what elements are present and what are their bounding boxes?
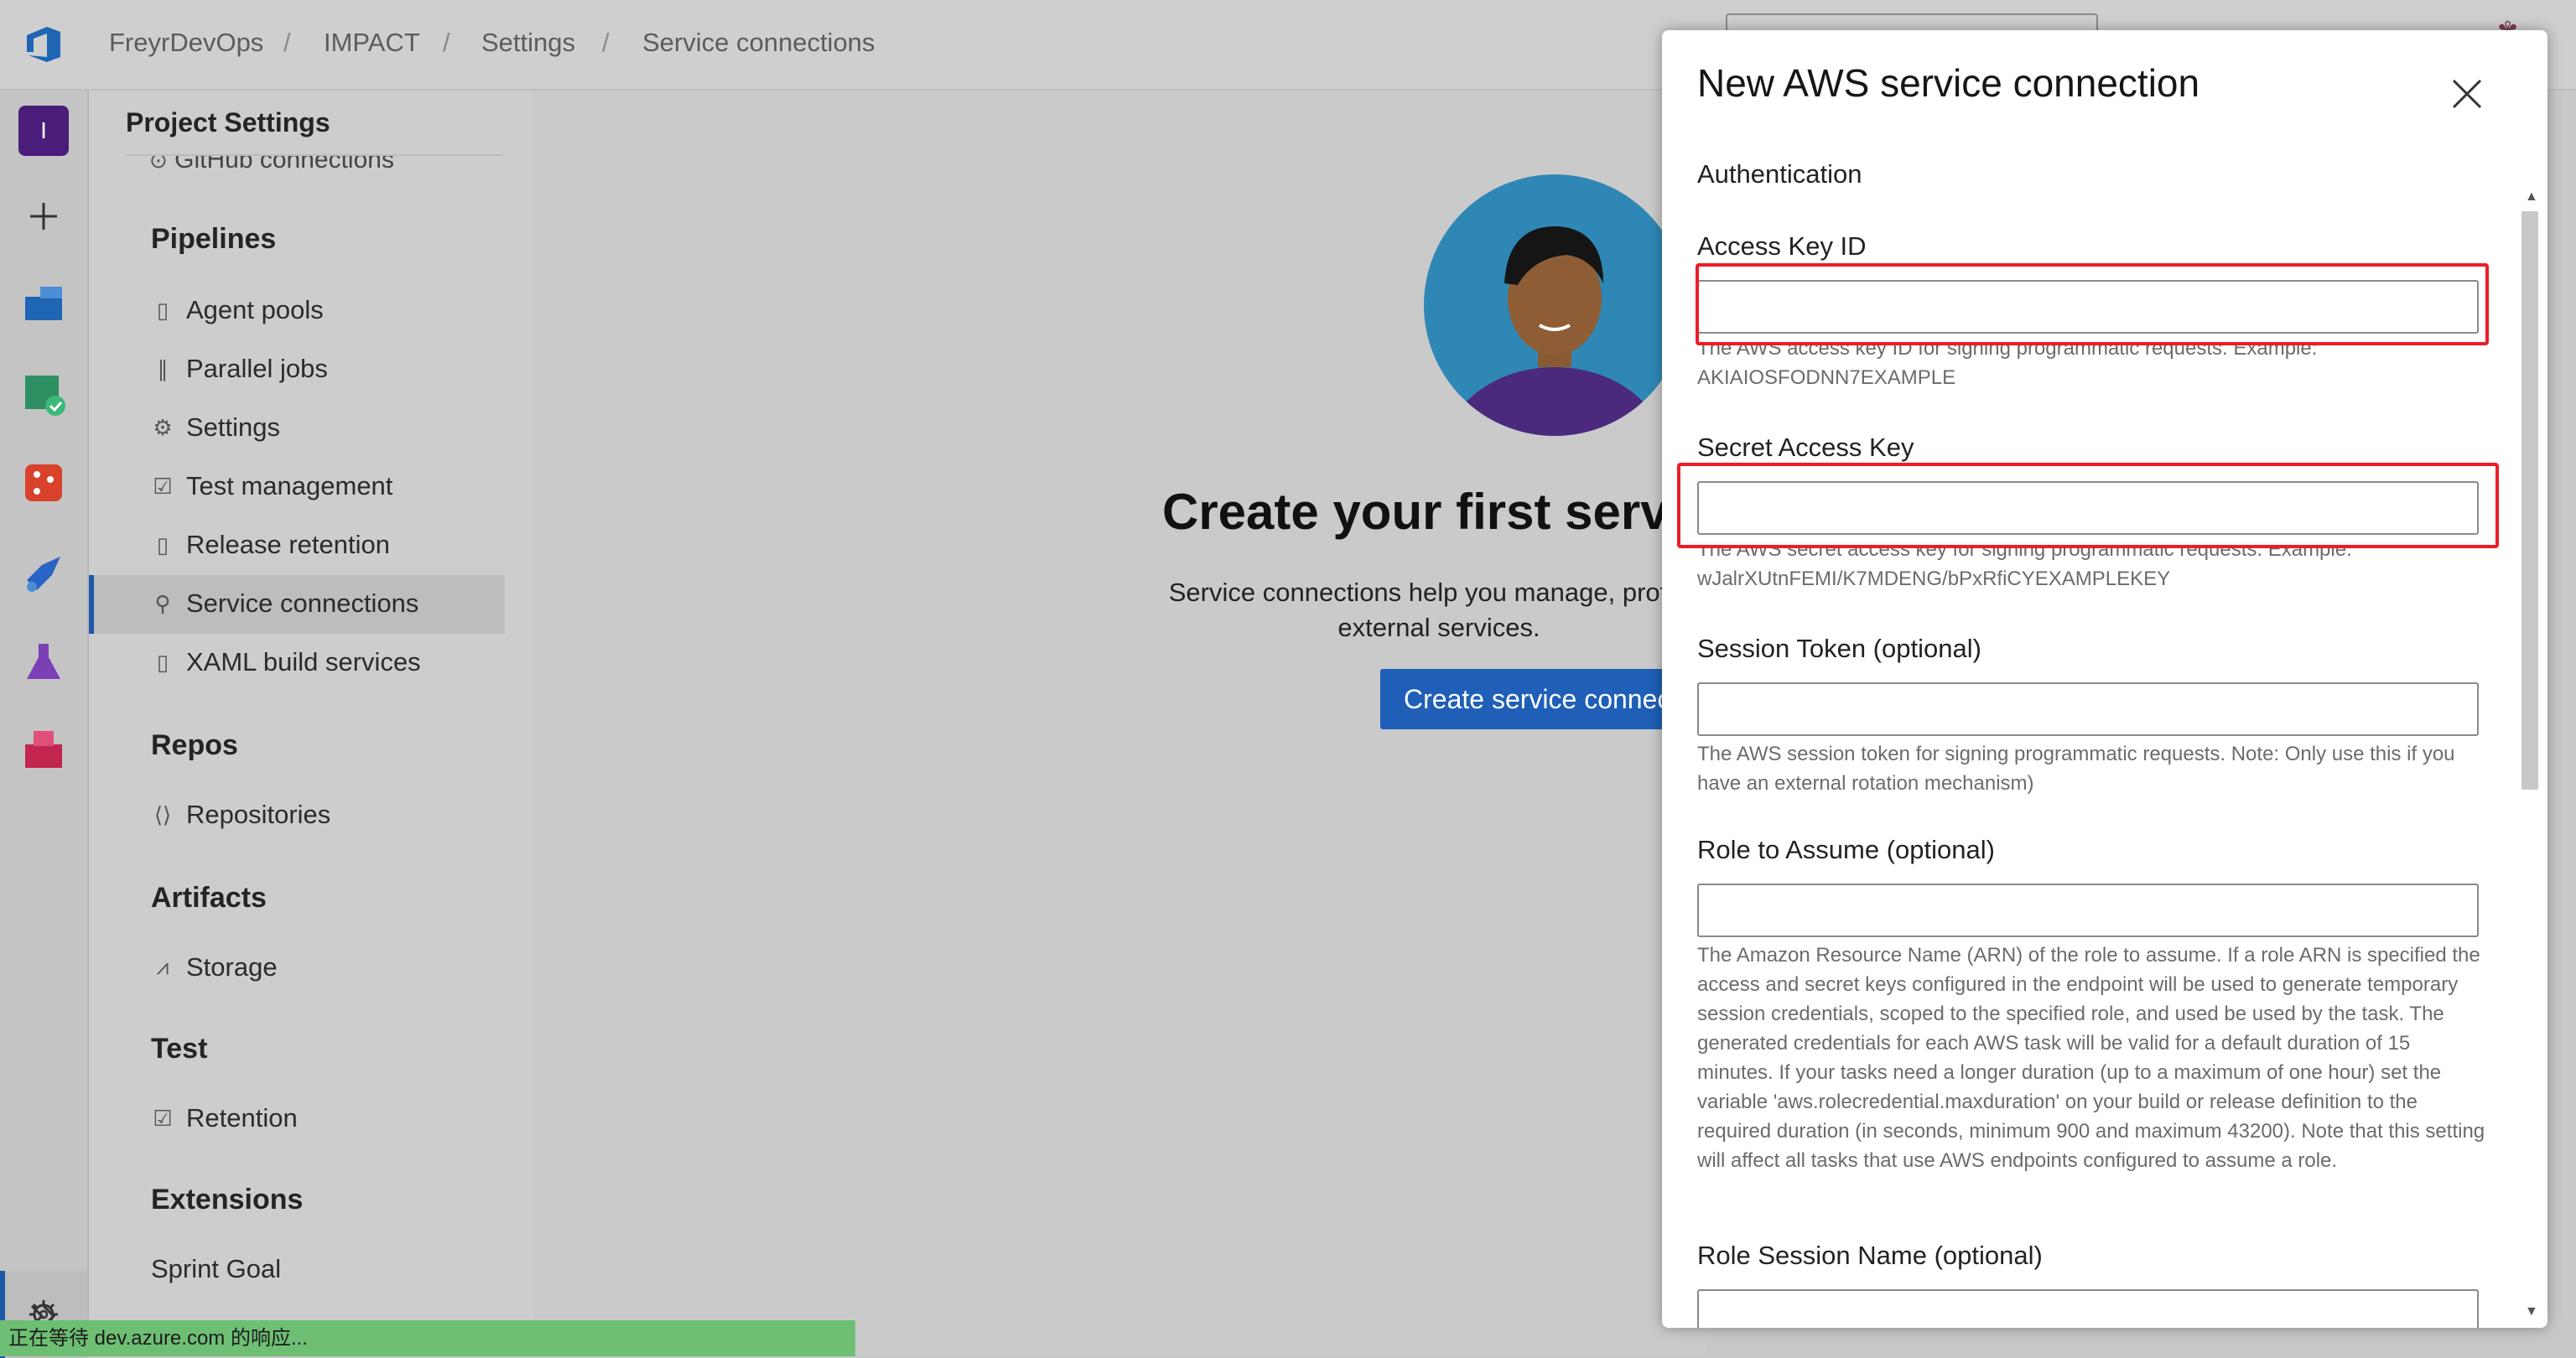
sidebar-heading-repos: Repos bbox=[151, 729, 238, 761]
chart-icon: ⩘ bbox=[156, 954, 169, 979]
role-to-assume-help: The Amazon Resource Name (ARN) of the ro… bbox=[1697, 944, 2485, 1172]
sidebar-item-xaml-build-services[interactable]: ▯ XAML build services bbox=[151, 647, 421, 677]
main-content: Create your first servic Service connect… bbox=[533, 91, 1716, 1356]
scroll-up-arrow-icon[interactable]: ▲ bbox=[2525, 189, 2538, 205]
project-settings-sidebar: Project Settings ⊙ GitHub connections Pi… bbox=[89, 91, 533, 1356]
divider bbox=[126, 154, 503, 156]
person-illustration-icon bbox=[1424, 174, 1685, 436]
repos-icon[interactable] bbox=[18, 458, 69, 508]
artifacts-icon[interactable] bbox=[18, 724, 69, 775]
session-token-input[interactable] bbox=[1697, 682, 2479, 736]
role-to-assume-label: Role to Assume (optional) bbox=[1697, 835, 1995, 864]
sidebar-item-sprint-goal[interactable]: Sprint Goal bbox=[151, 1254, 281, 1284]
scrollbar-thumb[interactable] bbox=[2521, 211, 2538, 790]
agent-pool-icon: ▯ bbox=[156, 297, 169, 323]
sidebar-item-repositories[interactable]: ⟨⟩ Repositories bbox=[151, 800, 330, 830]
add-icon[interactable] bbox=[18, 191, 69, 241]
sidebar-item-retention[interactable]: ☑ Retention bbox=[151, 1103, 297, 1133]
new-aws-service-connection-panel: New AWS service connection Authenticatio… bbox=[1662, 30, 2547, 1328]
breadcrumb-organization[interactable]: FreyrDevOps bbox=[109, 28, 263, 58]
azure-devops-logo-icon[interactable] bbox=[22, 22, 67, 67]
phone-icon: ▯ bbox=[156, 531, 169, 557]
section-authentication: Authentication bbox=[1697, 159, 1862, 189]
panel-title: New AWS service connection bbox=[1697, 61, 2200, 105]
scroll-down-arrow-icon[interactable]: ▼ bbox=[2525, 1304, 2538, 1319]
breadcrumb-project[interactable]: IMPACT bbox=[324, 28, 420, 58]
secret-access-key-label: Secret Access Key bbox=[1697, 433, 1914, 462]
sidebar-item-storage[interactable]: ⩘ Storage bbox=[151, 952, 278, 982]
role-to-assume-input[interactable] bbox=[1697, 884, 2479, 937]
github-icon: ⊙ bbox=[149, 148, 168, 173]
breadcrumb-separator: / bbox=[283, 28, 291, 57]
empty-state-title: Create your first servic bbox=[1162, 484, 1711, 540]
sidebar-heading-pipelines: Pipelines bbox=[151, 223, 277, 255]
pipelines-icon[interactable] bbox=[18, 548, 69, 599]
sidebar-item-settings[interactable]: ⚙ Settings bbox=[151, 412, 280, 443]
role-session-name-input[interactable] bbox=[1697, 1289, 2479, 1328]
breadcrumb-separator: / bbox=[602, 28, 610, 57]
sidebar-item-github-connections[interactable]: ⊙ GitHub connections bbox=[149, 148, 394, 174]
role-session-name-label: Role Session Name (optional) bbox=[1697, 1241, 2043, 1270]
panel-form: Authentication Access Key ID The AWS acc… bbox=[1662, 156, 2547, 1328]
test-management-icon: ☑ bbox=[153, 473, 173, 499]
navigation-rail: I bbox=[0, 91, 89, 1358]
project-avatar[interactable]: I bbox=[18, 106, 69, 156]
session-token-label: Session Token (optional) bbox=[1697, 634, 1981, 663]
sidebar-item-service-connections[interactable]: ⚲ Service connections bbox=[151, 588, 418, 619]
gear-icon: ⚙ bbox=[153, 414, 173, 440]
repo-icon: ⟨⟩ bbox=[153, 801, 172, 827]
breadcrumb-current[interactable]: Service connections bbox=[642, 28, 875, 58]
boards-icon[interactable] bbox=[18, 369, 69, 419]
plug-icon: ⚲ bbox=[154, 590, 171, 616]
session-token-help: The AWS session token for signing progra… bbox=[1697, 743, 2455, 795]
sidebar-title: Project Settings bbox=[126, 107, 330, 137]
sidebar-item-test-management[interactable]: ☑ Test management bbox=[151, 471, 392, 501]
browser-status-bar: 正在等待 dev.azure.com 的响应... bbox=[0, 1320, 855, 1356]
access-key-id-label: Access Key ID bbox=[1697, 231, 1867, 261]
sidebar-heading-artifacts: Artifacts bbox=[151, 882, 267, 914]
overview-icon[interactable] bbox=[18, 278, 69, 329]
sidebar-item-parallel-jobs[interactable]: ∥ Parallel jobs bbox=[151, 354, 328, 384]
close-icon[interactable] bbox=[2440, 67, 2494, 121]
parallel-icon: ∥ bbox=[157, 355, 169, 381]
build-icon: ▯ bbox=[156, 649, 169, 675]
highlight-box bbox=[1696, 263, 2489, 345]
test-plans-icon[interactable] bbox=[18, 637, 69, 687]
sidebar-item-agent-pools[interactable]: ▯ Agent pools bbox=[151, 295, 324, 325]
sidebar-heading-extensions: Extensions bbox=[151, 1184, 304, 1215]
breadcrumb-separator: / bbox=[443, 28, 450, 57]
panel-scrollbar[interactable]: ▲ ▼ bbox=[2517, 189, 2542, 1328]
retention-icon: ☑ bbox=[153, 1105, 173, 1131]
breadcrumb-settings[interactable]: Settings bbox=[481, 28, 575, 58]
sidebar-heading-test: Test bbox=[151, 1033, 208, 1065]
highlight-box bbox=[1677, 463, 2499, 548]
sidebar-item-release-retention[interactable]: ▯ Release retention bbox=[151, 530, 390, 560]
